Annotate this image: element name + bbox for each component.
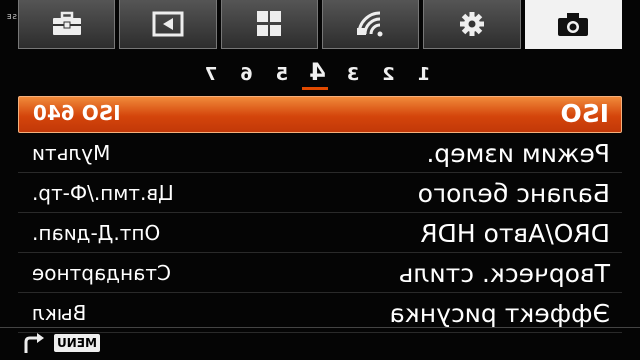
tab-shooting[interactable] <box>524 0 622 49</box>
gear-icon <box>460 12 485 36</box>
page-number-3[interactable]: 3 <box>342 64 364 85</box>
menu-button-badge[interactable]: MENU <box>54 334 100 352</box>
page-number-6[interactable]: 6 <box>236 64 258 85</box>
menu-item-label: Режим измер. <box>426 139 610 168</box>
grid-icon <box>257 11 282 36</box>
tab-playback[interactable] <box>119 0 217 49</box>
tab-apps[interactable] <box>220 0 319 49</box>
tab-wireless[interactable] <box>322 0 420 49</box>
page-number-5[interactable]: 5 <box>271 64 293 85</box>
menu-item-value: Цв.тмп./Ф-тр. <box>32 181 174 205</box>
menu-footer: MENU <box>0 327 640 360</box>
menu-item-creative-style[interactable]: Творческ. стиль Стандартное <box>18 257 622 293</box>
page-number-1[interactable]: 1 <box>413 64 435 85</box>
menu-item-value: ISO 640 <box>33 101 121 125</box>
playback-icon <box>152 11 184 37</box>
menu-item-label: DRO/Авто HDR <box>420 219 610 248</box>
menu-item-label: ISO <box>560 99 609 128</box>
menu-item-dro-auto-hdr[interactable]: DRO/Авто HDR Опт.Д-диап. <box>18 217 622 253</box>
menu-item-white-balance[interactable]: Баланс белого Цв.тмп./Ф-тр. <box>18 177 622 213</box>
menu-item-label: Баланс белого <box>417 179 610 208</box>
menu-item-value: Мульти <box>32 141 111 165</box>
menu-item-iso[interactable]: ISO ISO 640 <box>18 96 622 133</box>
wireless-icon <box>356 11 383 37</box>
menu-item-value: Выкл <box>32 301 87 325</box>
tab-setup[interactable] <box>18 0 116 49</box>
menu-list: ISO ISO 640 Режим измер. Мульти Баланс б… <box>18 96 622 337</box>
menu-item-value: Стандартное <box>32 261 171 285</box>
camera-menu-screen: LOVENSE <box>0 0 640 360</box>
camera-icon <box>558 13 589 36</box>
menu-item-label: Творческ. стиль <box>398 259 610 288</box>
menu-item-value: Опт.Д-диап. <box>32 221 161 245</box>
menu-item-label: Эффект рисунка <box>389 299 610 328</box>
menu-item-metering-mode[interactable]: Режим измер. Мульти <box>18 137 622 173</box>
page-number-7[interactable]: 7 <box>200 64 222 85</box>
page-number-2[interactable]: 2 <box>378 64 400 85</box>
toolbox-icon <box>52 11 81 35</box>
page-indicator: 1 2 3 4 5 6 7 <box>0 56 640 92</box>
menu-tabs <box>18 0 622 52</box>
menu-content: 1 2 3 4 5 6 7 ISO ISO 640 Режим измер. М… <box>0 0 640 360</box>
page-number-4-active[interactable]: 4 <box>307 58 329 90</box>
return-arrow-icon[interactable] <box>20 333 46 355</box>
tab-custom[interactable] <box>423 0 521 49</box>
